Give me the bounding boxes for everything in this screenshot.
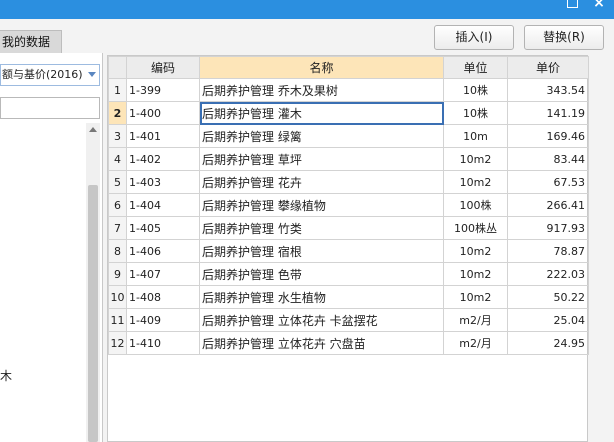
cell-name[interactable]: 后期养护管理 攀缘植物 <box>199 193 444 217</box>
cell-unit[interactable]: m2/月 <box>443 331 508 355</box>
insert-button[interactable]: 插入(I) <box>434 25 514 50</box>
left-panel: 额与基价(2016) 木 <box>0 53 103 442</box>
table-row[interactable]: 6 1-404 后期养护管理 攀缘植物 100株 266.41 <box>108 193 589 217</box>
scroll-thumb[interactable] <box>88 185 98 442</box>
table-row[interactable]: 11 1-409 后期养护管理 立体花卉 卡盆摆花 m2/月 25.04 <box>108 308 589 332</box>
cell-unit[interactable]: 10m2 <box>443 147 508 171</box>
table-row[interactable]: 4 1-402 后期养护管理 草坪 10m2 83.44 <box>108 147 589 171</box>
cell-unit[interactable]: m2/月 <box>443 308 508 332</box>
table-row[interactable]: 8 1-406 后期养护管理 宿根 10m2 78.87 <box>108 239 589 263</box>
cell-code[interactable]: 1-402 <box>126 147 200 171</box>
cell-code[interactable]: 1-401 <box>126 124 200 148</box>
cell-unit[interactable]: 10株 <box>443 101 508 125</box>
cell-name[interactable]: 后期养护管理 灌木 <box>199 101 444 125</box>
cell-unit[interactable]: 10m <box>443 124 508 148</box>
row-index[interactable]: 2 <box>108 101 127 125</box>
header-index <box>108 56 127 79</box>
tree-item[interactable]: 木 <box>0 367 12 384</box>
cell-price[interactable]: 50.22 <box>507 285 589 309</box>
cell-unit[interactable]: 10m2 <box>443 239 508 263</box>
cell-name[interactable]: 后期养护管理 竹类 <box>199 216 444 240</box>
cell-unit[interactable]: 10m2 <box>443 170 508 194</box>
row-index[interactable]: 3 <box>108 124 127 148</box>
table-row[interactable]: 3 1-401 后期养护管理 绿篱 10m 169.46 <box>108 124 589 148</box>
cell-code[interactable]: 1-406 <box>126 239 200 263</box>
cell-name[interactable]: 后期养护管理 绿篱 <box>199 124 444 148</box>
table-row[interactable]: 10 1-408 后期养护管理 水生植物 10m2 50.22 <box>108 285 589 309</box>
cell-price[interactable]: 24.95 <box>507 331 589 355</box>
scroll-up-icon[interactable] <box>89 127 97 132</box>
chevron-down-icon[interactable] <box>88 72 96 77</box>
cell-code[interactable]: 1-404 <box>126 193 200 217</box>
cell-unit[interactable]: 100株丛 <box>443 216 508 240</box>
search-input[interactable] <box>0 97 100 119</box>
row-index[interactable]: 4 <box>108 147 127 171</box>
table-row[interactable]: 12 1-410 后期养护管理 立体花卉 穴盘苗 m2/月 24.95 <box>108 331 589 355</box>
cell-name[interactable]: 后期养护管理 立体花卉 卡盆摆花 <box>199 308 444 332</box>
close-icon[interactable]: × <box>592 0 606 10</box>
cell-code[interactable]: 1-403 <box>126 170 200 194</box>
row-index[interactable]: 10 <box>108 285 127 309</box>
row-index[interactable]: 11 <box>108 308 127 332</box>
cell-price[interactable]: 78.87 <box>507 239 589 263</box>
cell-unit[interactable]: 10m2 <box>443 285 508 309</box>
cell-price[interactable]: 266.41 <box>507 193 589 217</box>
tab-my-data[interactable]: 我的数据 <box>0 30 62 53</box>
cell-code[interactable]: 1-405 <box>126 216 200 240</box>
cell-name[interactable]: 后期养护管理 宿根 <box>199 239 444 263</box>
table-row[interactable]: 2 1-400 后期养护管理 灌木 10株 141.19 <box>108 101 589 125</box>
row-index[interactable]: 12 <box>108 331 127 355</box>
cell-code[interactable]: 1-410 <box>126 331 200 355</box>
cell-name[interactable]: 后期养护管理 草坪 <box>199 147 444 171</box>
cell-code[interactable]: 1-399 <box>126 78 200 102</box>
quota-library-select[interactable]: 额与基价(2016) <box>0 64 100 86</box>
cell-code[interactable]: 1-407 <box>126 262 200 286</box>
row-index[interactable]: 1 <box>108 78 127 102</box>
maximize-icon[interactable] <box>567 0 578 8</box>
cell-price[interactable]: 25.04 <box>507 308 589 332</box>
table-header-row: 编码 名称 单位 单价 <box>108 56 589 79</box>
cell-price[interactable]: 169.46 <box>507 124 589 148</box>
cell-price[interactable]: 141.19 <box>507 101 589 125</box>
cell-name[interactable]: 后期养护管理 色带 <box>199 262 444 286</box>
quota-library-select-value: 额与基价(2016) <box>2 68 83 81</box>
cell-name[interactable]: 后期养护管理 水生植物 <box>199 285 444 309</box>
row-index[interactable]: 6 <box>108 193 127 217</box>
header-unit[interactable]: 单位 <box>443 56 508 79</box>
row-index[interactable]: 7 <box>108 216 127 240</box>
cell-code[interactable]: 1-400 <box>126 101 200 125</box>
row-index[interactable]: 5 <box>108 170 127 194</box>
cell-price[interactable]: 343.54 <box>507 78 589 102</box>
replace-button[interactable]: 替换(R) <box>524 25 604 50</box>
table-row[interactable]: 1 1-399 后期养护管理 乔木及果树 10株 343.54 <box>108 78 589 102</box>
header-code[interactable]: 编码 <box>126 56 200 79</box>
cell-name[interactable]: 后期养护管理 花卉 <box>199 170 444 194</box>
cell-code[interactable]: 1-408 <box>126 285 200 309</box>
cell-unit[interactable]: 10m2 <box>443 262 508 286</box>
row-index[interactable]: 9 <box>108 262 127 286</box>
cell-unit[interactable]: 10株 <box>443 78 508 102</box>
quota-table: 编码 名称 单位 单价 1 1-399 后期养护管理 乔木及果树 10株 343.54 2… <box>107 55 589 442</box>
cell-price[interactable]: 67.53 <box>507 170 589 194</box>
title-bar: × <box>0 0 614 19</box>
table-row[interactable]: 7 1-405 后期养护管理 竹类 100株丛 917.93 <box>108 216 589 240</box>
cell-price[interactable]: 222.03 <box>507 262 589 286</box>
cell-price[interactable]: 917.93 <box>507 216 589 240</box>
cell-price[interactable]: 83.44 <box>507 147 589 171</box>
table-row[interactable]: 5 1-403 后期养护管理 花卉 10m2 67.53 <box>108 170 589 194</box>
cell-unit[interactable]: 100株 <box>443 193 508 217</box>
left-scrollbar[interactable] <box>86 123 100 442</box>
cell-name[interactable]: 后期养护管理 乔木及果树 <box>199 78 444 102</box>
header-price[interactable]: 单价 <box>507 56 589 79</box>
cell-name[interactable]: 后期养护管理 立体花卉 穴盘苗 <box>199 331 444 355</box>
row-index[interactable]: 8 <box>108 239 127 263</box>
cell-code[interactable]: 1-409 <box>126 308 200 332</box>
table-row[interactable]: 9 1-407 后期养护管理 色带 10m2 222.03 <box>108 262 589 286</box>
header-name[interactable]: 名称 <box>199 56 444 79</box>
